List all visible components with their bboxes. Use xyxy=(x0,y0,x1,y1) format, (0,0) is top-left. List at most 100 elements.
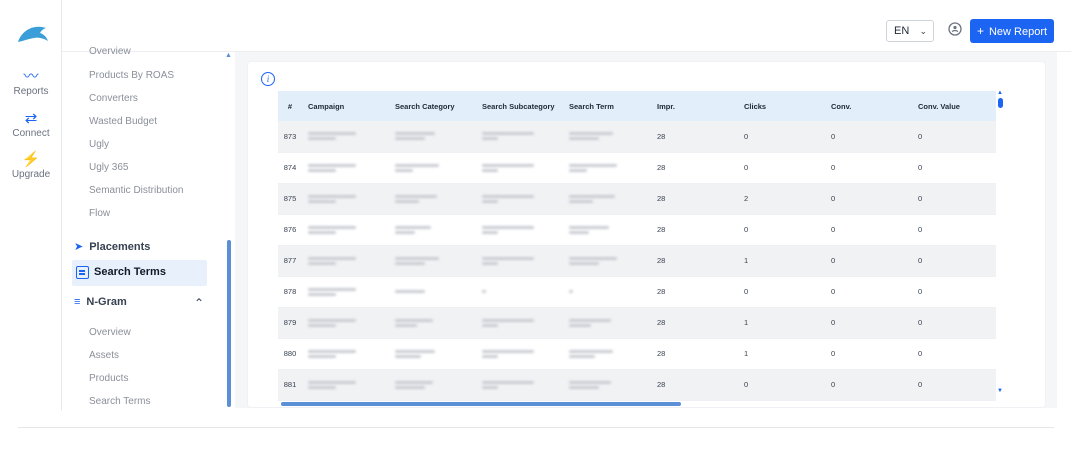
location-pin-icon[interactable] xyxy=(946,21,964,39)
impressions-cell: 28 xyxy=(657,318,666,327)
search-term-cell xyxy=(563,245,651,276)
scroll-down-arrow-icon[interactable]: ▼ xyxy=(997,388,1003,394)
new-report-button[interactable]: + New Report xyxy=(970,19,1054,43)
nav-item-converters[interactable]: Converters xyxy=(89,93,138,104)
nav-item-search-terms-active[interactable]: Search Terms xyxy=(72,260,207,286)
search-subcategory-cell xyxy=(476,276,563,307)
scrollbar-thumb[interactable] xyxy=(998,98,1003,108)
search-subcategory-cell xyxy=(476,338,563,369)
column-header-campaign[interactable]: Campaign xyxy=(302,91,389,121)
nav-group-placements[interactable]: ➤ Placements xyxy=(74,240,150,253)
column-header-search-category[interactable]: Search Category xyxy=(389,91,476,121)
nav-item-ngram-products[interactable]: Products xyxy=(89,373,128,384)
campaign-cell xyxy=(302,338,389,369)
nav-item-wasted-budget[interactable]: Wasted Budget xyxy=(89,116,157,127)
nav-group-label: N-Gram xyxy=(86,296,127,308)
row-number-cell: 874 xyxy=(283,163,297,172)
sidebar-scrollbar[interactable] xyxy=(227,240,231,407)
clicks-cell: 0 xyxy=(744,225,749,234)
row-number-cell: 873 xyxy=(283,131,297,141)
column-header-search-term[interactable]: Search Term xyxy=(563,91,651,121)
nav-group-ngram[interactable]: ≡ N-Gram xyxy=(74,296,127,308)
nav-item-ngram-overview[interactable]: Overview xyxy=(89,327,131,338)
row-number-cell: 879 xyxy=(283,318,297,327)
redacted-text xyxy=(569,225,609,229)
row-number-cell: 876 xyxy=(283,225,297,234)
redacted-text xyxy=(308,194,356,198)
redacted-text xyxy=(308,349,356,353)
nav-item-semantic-distribution[interactable]: Semantic Distribution xyxy=(89,185,183,196)
redacted-text xyxy=(395,385,425,389)
search-term-cell xyxy=(563,183,651,214)
nav-item-products-by-roas[interactable]: Products By ROAS xyxy=(89,70,174,81)
redacted-text xyxy=(395,323,417,327)
nav-item-ugly-365[interactable]: Ugly 365 xyxy=(89,162,128,173)
column-header-conversions[interactable]: Conv. xyxy=(825,91,912,121)
table-row[interactable]: 876 28 0 0 0 xyxy=(278,214,996,245)
redacted-text xyxy=(395,256,439,260)
table-vertical-scrollbar[interactable]: ▲ ▼ xyxy=(997,90,1003,398)
redacted-text xyxy=(482,349,534,353)
plus-icon: + xyxy=(976,24,984,38)
search-term-cell xyxy=(563,307,651,338)
nav-item-ugly[interactable]: Ugly xyxy=(89,139,109,150)
table-row[interactable]: 877 28 1 0 0 xyxy=(278,245,996,276)
search-category-cell xyxy=(389,369,476,400)
table-row[interactable]: 880 28 1 0 0 xyxy=(278,338,996,369)
column-header-clicks[interactable]: Clicks xyxy=(738,91,825,121)
clicks-cell: 1 xyxy=(744,349,749,358)
left-rail: 〰 Reports ⇄ Connect ⚡ Upgrade xyxy=(0,0,62,410)
search-term-cell xyxy=(563,121,651,152)
column-header-number[interactable]: # xyxy=(278,91,302,121)
table-row[interactable]: 874 28 0 0 0 xyxy=(278,152,996,183)
redacted-text xyxy=(482,380,534,384)
conversion-value-cell: 0 xyxy=(918,225,923,234)
table-row[interactable]: 879 28 1 0 0 xyxy=(278,307,996,338)
column-header-search-subcategory[interactable]: Search Subcategory xyxy=(476,91,563,121)
scroll-up-arrow-icon[interactable]: ▲ xyxy=(997,90,1003,96)
redacted-text xyxy=(569,132,613,136)
impressions-cell: 28 xyxy=(657,131,666,141)
redacted-text xyxy=(482,199,498,203)
table-row[interactable]: 873 28 0 0 0 xyxy=(278,121,996,152)
table-horizontal-scrollbar[interactable] xyxy=(281,402,681,406)
nav-item-ngram-search-terms[interactable]: Search Terms xyxy=(89,396,151,407)
redacted-text xyxy=(308,256,356,260)
nav-item-ngram-assets[interactable]: Assets xyxy=(89,350,119,361)
redacted-text xyxy=(395,168,413,172)
impressions-cell: 28 xyxy=(657,349,666,358)
rail-item-upgrade[interactable]: ⚡ Upgrade xyxy=(0,151,62,180)
search-subcategory-cell xyxy=(476,214,563,245)
language-select[interactable]: EN ⌄ xyxy=(886,20,934,42)
redacted-text xyxy=(395,290,425,293)
nav-item-overview[interactable]: Overview xyxy=(89,46,131,57)
conversions-cell: 0 xyxy=(831,349,836,358)
column-header-impressions[interactable]: Impr. xyxy=(651,91,738,121)
redacted-text xyxy=(308,225,356,229)
conversion-value-cell: 0 xyxy=(918,256,923,265)
redacted-text xyxy=(308,199,336,203)
redacted-text xyxy=(482,385,498,389)
rail-item-connect[interactable]: ⇄ Connect xyxy=(0,110,62,139)
dolphin-logo-icon[interactable] xyxy=(16,22,50,46)
redacted-text xyxy=(569,194,615,198)
search-term-cell xyxy=(563,369,651,400)
lightning-icon: ⚡ xyxy=(21,151,41,168)
table-row[interactable]: 881 28 0 0 0 xyxy=(278,369,996,400)
rail-item-reports[interactable]: 〰 Reports xyxy=(0,68,62,97)
info-icon[interactable]: i xyxy=(261,72,275,86)
redacted-text xyxy=(395,349,435,353)
table-row[interactable]: 875 28 2 0 0 xyxy=(278,183,996,214)
column-header-conversion-value[interactable]: Conv. Value xyxy=(912,91,996,121)
conversions-cell: 0 xyxy=(831,225,836,234)
redacted-text xyxy=(308,354,336,358)
redacted-text xyxy=(308,323,336,327)
chevron-up-icon[interactable]: ⌃ xyxy=(194,296,204,310)
table-row[interactable]: 878 28 0 0 0 xyxy=(278,276,996,307)
redacted-text xyxy=(569,137,599,141)
clicks-cell: 0 xyxy=(744,380,749,389)
scroll-up-arrow-icon[interactable]: ▲ xyxy=(225,52,232,59)
conversions-cell: 0 xyxy=(831,194,836,203)
nav-item-flow[interactable]: Flow xyxy=(89,208,110,219)
redacted-text xyxy=(308,132,356,136)
